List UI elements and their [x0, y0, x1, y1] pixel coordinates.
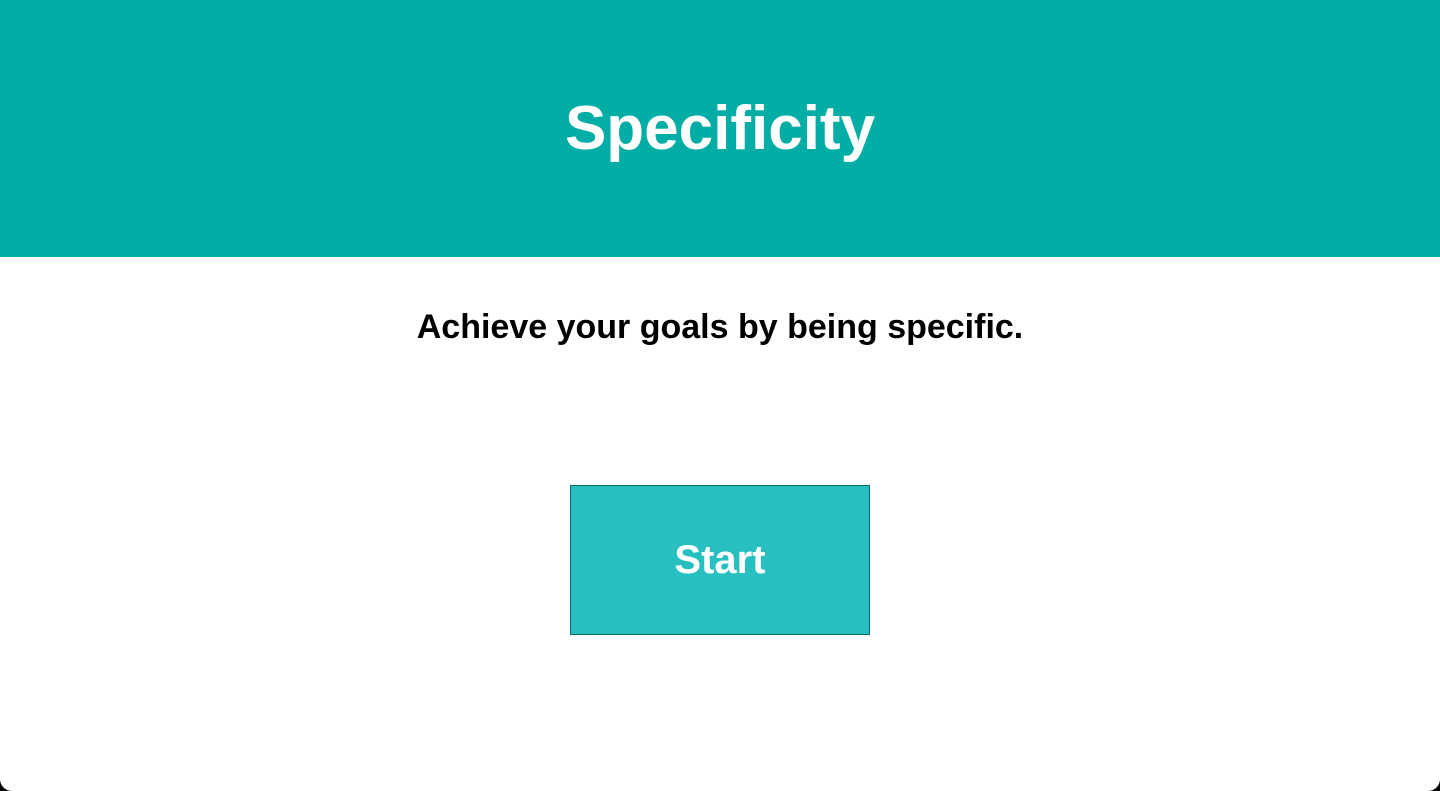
- tagline: Achieve your goals by being specific.: [416, 308, 1024, 346]
- header-banner: Specificity: [0, 0, 1440, 257]
- start-button[interactable]: Start: [570, 485, 870, 635]
- app-title: Specificity: [564, 94, 876, 163]
- app-window: Specificity Achieve your goals by being …: [0, 0, 1440, 791]
